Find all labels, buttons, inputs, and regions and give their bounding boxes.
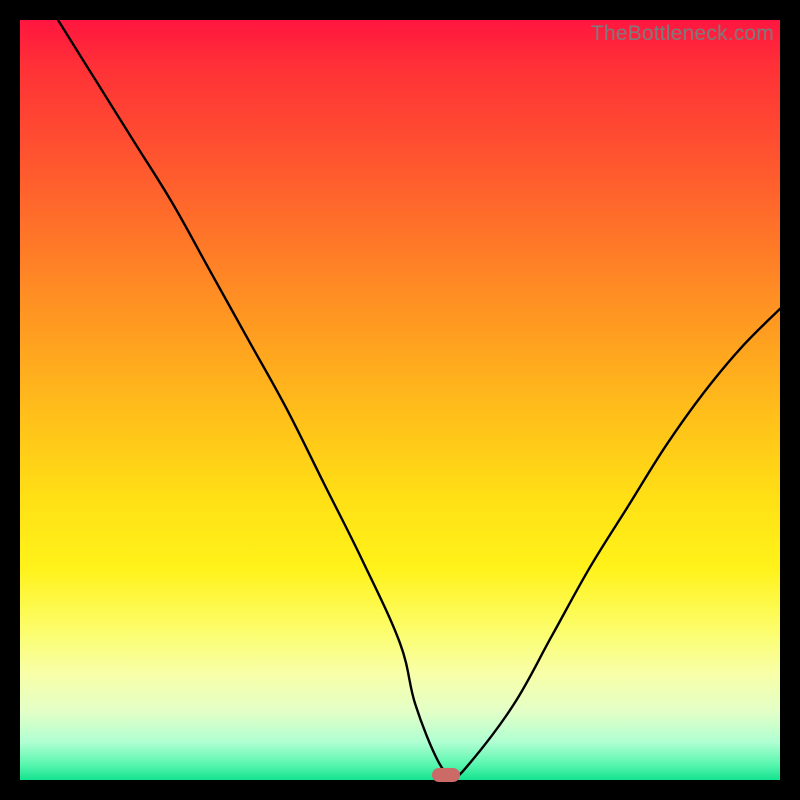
curve-svg xyxy=(20,20,780,780)
curve-path xyxy=(58,20,780,776)
bottleneck-marker xyxy=(432,768,460,782)
chart-frame: TheBottleneck.com xyxy=(0,0,800,800)
watermark-text: TheBottleneck.com xyxy=(591,22,774,46)
plot-area: TheBottleneck.com xyxy=(20,20,780,780)
